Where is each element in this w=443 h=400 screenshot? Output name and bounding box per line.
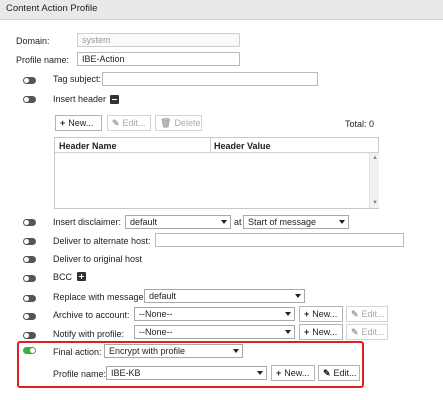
at-label: at [234,217,242,227]
final-action-label: Final action: [53,347,102,357]
archive-account-select[interactable]: --None-- [134,307,295,321]
archive-account-label: Archive to account: [53,310,130,320]
plus-icon: + [60,118,66,128]
chevron-down-icon [233,349,239,353]
deliver-original-label: Deliver to original host [53,254,143,264]
replace-message-select[interactable]: default [144,289,305,303]
deliver-alternate-label: Deliver to alternate host: [53,236,151,246]
scroll-down-icon[interactable]: ▼ [372,200,378,206]
archive-account-value: --None-- [139,309,173,319]
column-header-value: Header Value [214,141,271,151]
total-count: Total: 0 [345,119,374,129]
collapse-icon[interactable] [110,95,119,104]
archive-edit-label: Edit... [361,309,385,319]
encryption-profile-label: Profile name: [53,369,107,379]
header-edit-button[interactable]: ✎ Edit... [107,115,151,131]
disclaimer-position-value: Start of message [248,217,317,227]
chevron-down-icon [257,371,263,375]
header-delete-button[interactable]: 🗑 Delete [155,115,202,131]
archive-account-toggle[interactable] [23,313,36,320]
insert-header-label: Insert header [53,94,107,104]
expand-icon[interactable] [77,272,86,281]
disclaimer-select[interactable]: default [125,215,231,229]
tag-subject-input[interactable] [102,72,318,86]
header-new-button[interactable]: + New... [55,115,102,131]
profile-name-field[interactable]: IBE-Action [77,52,240,66]
replace-message-value: default [149,291,177,301]
total-value: 0 [369,119,375,129]
bcc-toggle[interactable] [23,275,36,282]
replace-message-label: Replace with message: [53,292,147,302]
encryption-profile-edit-button[interactable]: ✎ Edit... [318,365,360,381]
edit-icon: ✎ [351,327,359,337]
scroll-up-icon[interactable]: ▲ [372,155,378,161]
notify-profile-toggle[interactable] [23,332,36,339]
notify-profile-label: Notify with profile: [53,329,125,339]
trash-icon: 🗑 [160,118,172,128]
encryption-profile-new-button[interactable]: + New... [271,365,315,381]
chevron-down-icon [295,294,301,298]
encryption-profile-edit-label: Edit... [333,368,357,378]
final-action-select[interactable]: Encrypt with profile [104,344,243,358]
panel-title: Content Action Profile [6,3,98,14]
header-delete-label: Delete [174,118,201,128]
disclaimer-select-value: default [130,217,158,227]
profile-name-label: Profile name: [16,55,70,65]
chevron-down-icon [285,330,291,334]
chevron-down-icon [339,220,345,224]
notify-profile-select[interactable]: --None-- [134,325,295,339]
replace-message-toggle[interactable] [23,295,36,302]
header-new-label: New... [68,118,94,128]
encryption-profile-value: IBE-KB [111,368,141,378]
notify-profile-value: --None-- [139,327,173,337]
chevron-down-icon [221,220,227,224]
insert-disclaimer-label: Insert disclaimer: [53,217,122,227]
bcc-label: BCC [53,272,73,282]
archive-new-button[interactable]: + New... [299,306,343,322]
domain-label: Domain: [16,36,50,46]
insert-disclaimer-toggle[interactable] [23,219,36,226]
edit-icon: ✎ [112,118,120,128]
total-label: Total: [345,119,367,129]
plus-icon: + [304,309,310,319]
encryption-profile-new-label: New... [284,368,310,378]
notify-edit-button[interactable]: ✎ Edit... [346,324,388,340]
chevron-down-icon [285,312,291,316]
column-divider [210,138,211,152]
domain-field: system [77,33,240,47]
edit-icon: ✎ [323,368,331,378]
disclaimer-position-select[interactable]: Start of message [243,215,349,229]
deliver-alternate-toggle[interactable] [23,238,36,245]
edit-icon: ✎ [351,309,359,319]
archive-new-label: New... [312,309,338,319]
final-action-toggle[interactable] [23,347,36,354]
insert-header-toggle[interactable] [23,96,36,103]
plus-icon: + [304,327,310,337]
deliver-alternate-input[interactable] [155,233,404,247]
tag-subject-label: Tag subject: [53,74,102,84]
deliver-original-toggle[interactable] [23,256,36,263]
encryption-profile-select[interactable]: IBE-KB [106,366,267,380]
archive-edit-button[interactable]: ✎ Edit... [346,306,388,322]
final-action-value: Encrypt with profile [109,346,186,356]
plus-icon: + [276,368,282,378]
tag-subject-toggle[interactable] [23,77,36,84]
column-header-name: Header Name [59,141,117,151]
header-edit-label: Edit... [122,118,146,128]
notify-edit-label: Edit... [361,327,385,337]
notify-new-button[interactable]: + New... [299,324,343,340]
notify-new-label: New... [312,327,338,337]
table-header-rule [55,152,378,153]
